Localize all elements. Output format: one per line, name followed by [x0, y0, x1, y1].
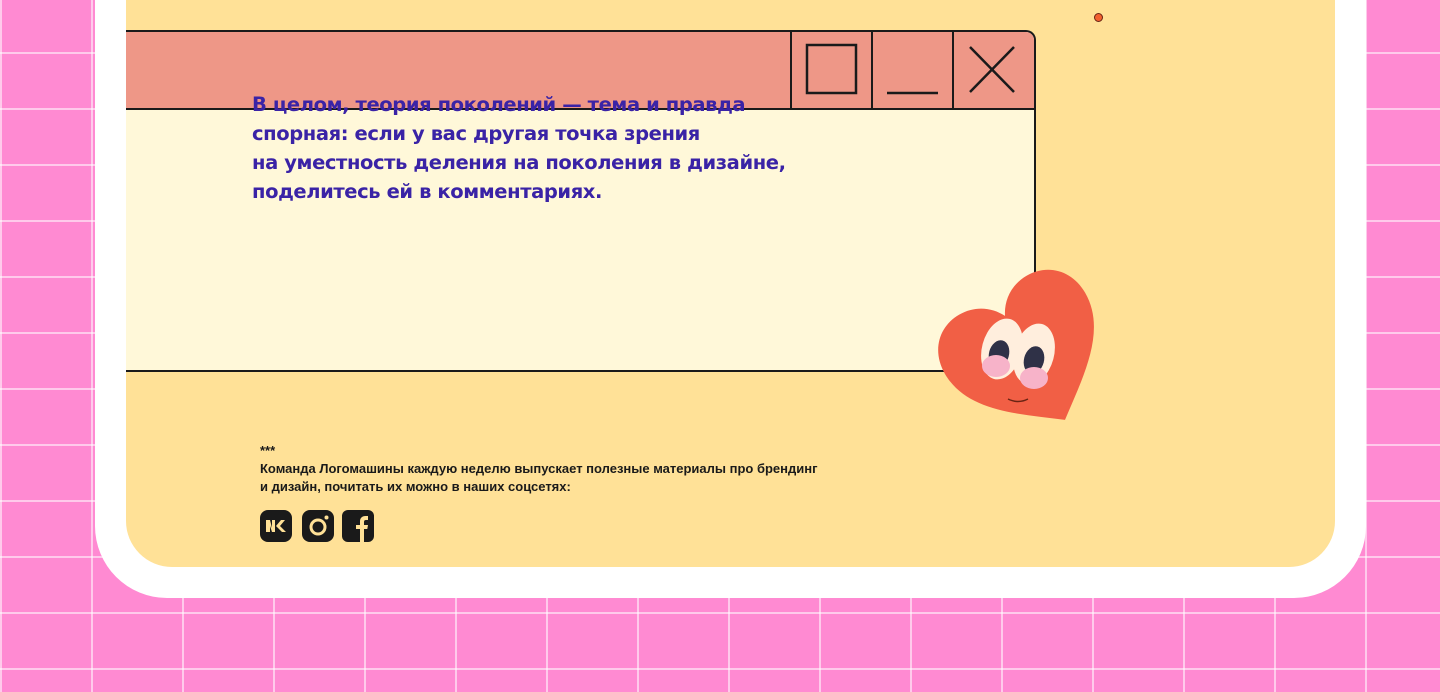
vk-icon [260, 510, 292, 542]
message-line: на уместность деления на поколения в диз… [252, 151, 786, 174]
close-icon [969, 46, 1015, 93]
footer-text-line: и дизайн, почитать их можно в наших соцс… [260, 479, 571, 494]
facebook-icon [342, 510, 374, 542]
retro-window: В целом, теория поколений — тема и правд… [126, 30, 1036, 372]
instagram-icon [302, 510, 334, 542]
heart-character-icon [938, 269, 1094, 420]
instagram-link[interactable] [302, 510, 334, 542]
content-panel: В целом, теория поколений — тема и правд… [126, 0, 1335, 567]
comment-invitation-message: В целом, теория поколений — тема и правд… [252, 90, 872, 206]
message-line: В целом, теория поколений — тема и правд… [252, 93, 746, 116]
message-line: поделитесь ей в комментариях. [252, 180, 602, 203]
minimize-line-icon [887, 91, 938, 95]
footer-text-line: Команда Логомашины каждую неделю выпуска… [260, 461, 818, 476]
message-line: спорная: если у вас другая точка зрения [252, 122, 700, 145]
vk-link[interactable] [260, 510, 292, 542]
footer-text: Команда Логомашины каждую неделю выпуска… [260, 460, 860, 496]
facebook-link[interactable] [342, 510, 374, 542]
footer-stars: *** [260, 443, 276, 458]
window-close-button[interactable] [952, 32, 1033, 108]
window-minimize-button[interactable] [871, 32, 952, 108]
footer-note: *** Команда Логомашины каждую неделю вып… [260, 442, 860, 496]
decorative-dot [1094, 13, 1103, 22]
